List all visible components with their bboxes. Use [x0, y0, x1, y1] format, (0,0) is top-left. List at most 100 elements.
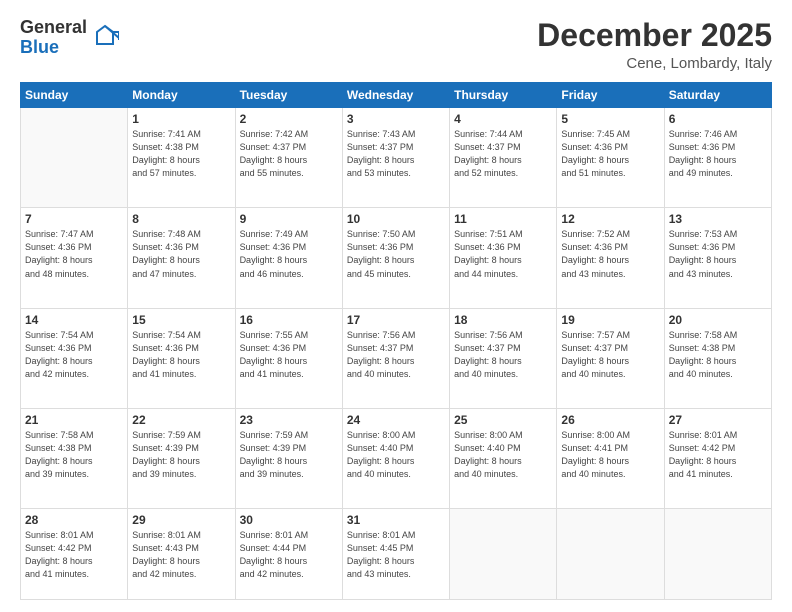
table-row: 1 Sunrise: 7:41 AMSunset: 4:38 PMDaylight… — [128, 108, 235, 208]
logo: General Blue — [20, 18, 119, 58]
day-number: 28 — [25, 513, 123, 527]
table-row: 16 Sunrise: 7:55 AMSunset: 4:36 PMDayligh… — [235, 308, 342, 408]
col-wednesday: Wednesday — [342, 83, 449, 108]
location: Cene, Lombardy, Italy — [537, 55, 772, 72]
day-info: Sunrise: 7:53 AMSunset: 4:36 PMDaylight:… — [669, 228, 767, 280]
month-title: December 2025 — [537, 18, 772, 53]
table-row: 11 Sunrise: 7:51 AMSunset: 4:36 PMDayligh… — [450, 208, 557, 308]
table-row: 29Sunrise: 8:01 AMSunset: 4:43 PMDayligh… — [128, 509, 235, 600]
table-row: 17 Sunrise: 7:56 AMSunset: 4:37 PMDayligh… — [342, 308, 449, 408]
day-info: Sunrise: 8:01 AMSunset: 4:43 PMDaylight:… — [132, 529, 230, 581]
table-row — [21, 108, 128, 208]
table-row: 5 Sunrise: 7:45 AMSunset: 4:36 PMDaylight… — [557, 108, 664, 208]
table-row: 14 Sunrise: 7:54 AMSunset: 4:36 PMDayligh… — [21, 308, 128, 408]
day-info: Sunrise: 7:59 AMSunset: 4:39 PMDaylight:… — [132, 429, 230, 481]
day-info: Sunrise: 8:01 AMSunset: 4:42 PMDaylight:… — [669, 429, 767, 481]
col-tuesday: Tuesday — [235, 83, 342, 108]
day-number: 31 — [347, 513, 445, 527]
day-number: 27 — [669, 413, 767, 427]
day-number: 8 — [132, 212, 230, 226]
day-number: 19 — [561, 313, 659, 327]
table-row: 7 Sunrise: 7:47 AMSunset: 4:36 PMDaylight… — [21, 208, 128, 308]
day-number: 10 — [347, 212, 445, 226]
day-number: 18 — [454, 313, 552, 327]
day-info: Sunrise: 8:01 AMSunset: 4:44 PMDaylight:… — [240, 529, 338, 581]
day-info: Sunrise: 7:59 AMSunset: 4:39 PMDaylight:… — [240, 429, 338, 481]
day-info: Sunrise: 7:52 AMSunset: 4:36 PMDaylight:… — [561, 228, 659, 280]
col-saturday: Saturday — [664, 83, 771, 108]
day-info: Sunrise: 7:42 AMSunset: 4:37 PMDaylight:… — [240, 128, 338, 180]
calendar-week-row: 28 Sunrise: 8:01 AMSunset: 4:42 PMDayligh… — [21, 509, 772, 600]
day-number: 15 — [132, 313, 230, 327]
table-row: 27 Sunrise: 8:01 AMSunset: 4:42 PMDayligh… — [664, 408, 771, 508]
day-info: Sunrise: 7:41 AMSunset: 4:38 PMDaylight:… — [132, 128, 230, 180]
title-area: December 2025 Cene, Lombardy, Italy — [537, 18, 772, 72]
day-number: 1 — [132, 112, 230, 126]
day-info: Sunrise: 7:56 AMSunset: 4:37 PMDaylight:… — [347, 329, 445, 381]
table-row: 26Sunrise: 8:00 AMSunset: 4:41 PMDayligh… — [557, 408, 664, 508]
header: General Blue December 2025 Cene, Lombard… — [20, 18, 772, 72]
day-number: 3 — [347, 112, 445, 126]
day-info: Sunrise: 7:47 AMSunset: 4:36 PMDaylight:… — [25, 228, 123, 280]
day-info: Sunrise: 7:50 AMSunset: 4:36 PMDaylight:… — [347, 228, 445, 280]
day-number: 12 — [561, 212, 659, 226]
table-row: 24Sunrise: 8:00 AMSunset: 4:40 PMDayligh… — [342, 408, 449, 508]
table-row: 22 Sunrise: 7:59 AMSunset: 4:39 PMDayligh… — [128, 408, 235, 508]
table-row — [450, 509, 557, 600]
day-number: 17 — [347, 313, 445, 327]
day-number: 30 — [240, 513, 338, 527]
table-row: 13 Sunrise: 7:53 AMSunset: 4:36 PMDayligh… — [664, 208, 771, 308]
day-number: 25 — [454, 413, 552, 427]
day-info: Sunrise: 7:44 AMSunset: 4:37 PMDaylight:… — [454, 128, 552, 180]
table-row: 19 Sunrise: 7:57 AMSunset: 4:37 PMDayligh… — [557, 308, 664, 408]
table-row: 15 Sunrise: 7:54 AMSunset: 4:36 PMDayligh… — [128, 308, 235, 408]
calendar-table: Sunday Monday Tuesday Wednesday Thursday… — [20, 82, 772, 600]
day-info: Sunrise: 7:49 AMSunset: 4:36 PMDaylight:… — [240, 228, 338, 280]
day-info: Sunrise: 7:51 AMSunset: 4:36 PMDaylight:… — [454, 228, 552, 280]
day-info: Sunrise: 7:45 AMSunset: 4:36 PMDaylight:… — [561, 128, 659, 180]
day-number: 16 — [240, 313, 338, 327]
day-number: 22 — [132, 413, 230, 427]
table-row: 6Sunrise: 7:46 AMSunset: 4:36 PMDaylight… — [664, 108, 771, 208]
table-row: 20 Sunrise: 7:58 AMSunset: 4:38 PMDayligh… — [664, 308, 771, 408]
table-row: 23 Sunrise: 7:59 AMSunset: 4:39 PMDayligh… — [235, 408, 342, 508]
table-row — [557, 509, 664, 600]
table-row: 21 Sunrise: 7:58 AMSunset: 4:38 PMDayligh… — [21, 408, 128, 508]
day-number: 20 — [669, 313, 767, 327]
logo-icon — [91, 22, 119, 50]
day-number: 11 — [454, 212, 552, 226]
day-info: Sunrise: 7:55 AMSunset: 4:36 PMDaylight:… — [240, 329, 338, 381]
day-info: Sunrise: 8:01 AMSunset: 4:45 PMDaylight:… — [347, 529, 445, 581]
day-info: Sunrise: 7:46 AMSunset: 4:36 PMDaylight:… — [669, 128, 767, 180]
day-number: 5 — [561, 112, 659, 126]
day-number: 21 — [25, 413, 123, 427]
day-number: 14 — [25, 313, 123, 327]
day-number: 13 — [669, 212, 767, 226]
col-monday: Monday — [128, 83, 235, 108]
logo-general: General — [20, 18, 87, 38]
table-row: 30 Sunrise: 8:01 AMSunset: 4:44 PMDayligh… — [235, 509, 342, 600]
day-info: Sunrise: 7:58 AMSunset: 4:38 PMDaylight:… — [25, 429, 123, 481]
table-row: 3 Sunrise: 7:43 AMSunset: 4:37 PMDaylight… — [342, 108, 449, 208]
day-info: Sunrise: 7:43 AMSunset: 4:37 PMDaylight:… — [347, 128, 445, 180]
day-info: Sunrise: 7:56 AMSunset: 4:37 PMDaylight:… — [454, 329, 552, 381]
day-info: Sunrise: 8:00 AMSunset: 4:40 PMDaylight:… — [454, 429, 552, 481]
day-info: Sunrise: 7:54 AMSunset: 4:36 PMDaylight:… — [25, 329, 123, 381]
day-number: 7 — [25, 212, 123, 226]
day-info: Sunrise: 8:01 AMSunset: 4:42 PMDaylight:… — [25, 529, 123, 581]
day-number: 23 — [240, 413, 338, 427]
table-row: 31 Sunrise: 8:01 AMSunset: 4:45 PMDayligh… — [342, 509, 449, 600]
day-number: 4 — [454, 112, 552, 126]
col-friday: Friday — [557, 83, 664, 108]
table-row: 18 Sunrise: 7:56 AMSunset: 4:37 PMDayligh… — [450, 308, 557, 408]
table-row — [664, 509, 771, 600]
calendar-week-row: 1 Sunrise: 7:41 AMSunset: 4:38 PMDaylight… — [21, 108, 772, 208]
day-info: Sunrise: 7:54 AMSunset: 4:36 PMDaylight:… — [132, 329, 230, 381]
table-row: 9Sunrise: 7:49 AMSunset: 4:36 PMDaylight… — [235, 208, 342, 308]
day-info: Sunrise: 7:58 AMSunset: 4:38 PMDaylight:… — [669, 329, 767, 381]
calendar-week-row: 7 Sunrise: 7:47 AMSunset: 4:36 PMDaylight… — [21, 208, 772, 308]
day-info: Sunrise: 8:00 AMSunset: 4:40 PMDaylight:… — [347, 429, 445, 481]
day-number: 2 — [240, 112, 338, 126]
table-row: 2 Sunrise: 7:42 AMSunset: 4:37 PMDaylight… — [235, 108, 342, 208]
day-info: Sunrise: 7:57 AMSunset: 4:37 PMDaylight:… — [561, 329, 659, 381]
